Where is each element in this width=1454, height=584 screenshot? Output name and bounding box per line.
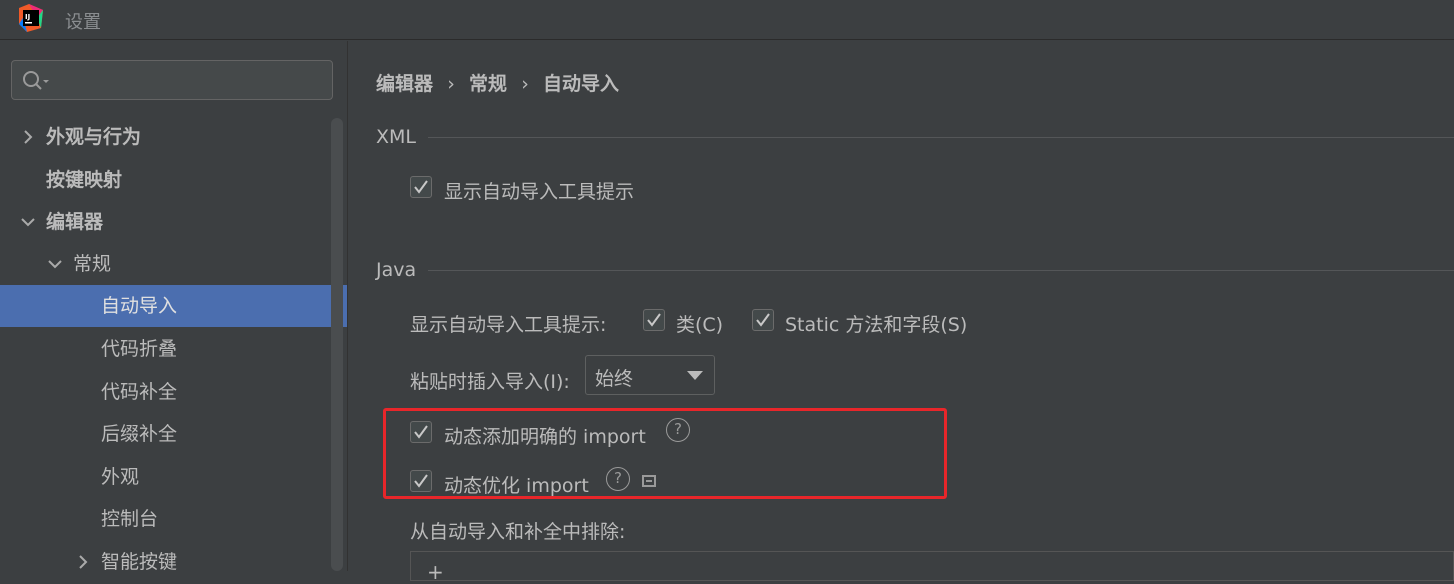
window-title: 设置 [65,12,101,33]
breadcrumb-editor[interactable]: 编辑器 [376,73,433,95]
tree-item-appearance-behavior[interactable]: 外观与行为 [0,116,330,158]
exclude-list[interactable]: + [410,551,1454,584]
search-input[interactable] [56,65,326,95]
search-icon[interactable] [21,69,51,93]
tree-item-appearance[interactable]: 外观 [0,456,330,498]
xml-show-tooltip-checkbox[interactable] [410,176,432,198]
intellij-logo-icon: IJ [19,4,43,32]
chevron-down-icon[interactable] [20,214,36,230]
tree-item-label: 外观与行为 [46,126,142,148]
exclude-list-label: 从自动导入和补全中排除: [410,521,626,543]
add-icon[interactable]: + [427,560,444,584]
chevron-down-icon[interactable] [47,256,63,272]
highlight-annotation-box [383,408,947,499]
tree-item-general[interactable]: 常规 [0,243,330,285]
breadcrumb-separator: › [521,73,529,95]
breadcrumb-separator: › [447,73,455,95]
java-section-divider [428,270,1454,271]
tree-item-editor[interactable]: 编辑器 [0,201,330,243]
title-bar: IJ 设置 [0,0,1454,40]
tree-item-auto-import[interactable]: 自动导入 [0,285,347,327]
tree-item-label: 常规 [73,253,112,275]
tree-item-console[interactable]: 控制台 [0,498,330,540]
tree-item-label: 代码折叠 [101,338,178,360]
java-show-tooltip-label: 显示自动导入工具提示: [410,314,607,336]
breadcrumb-general[interactable]: 常规 [469,73,507,95]
tree-item-smart-keys[interactable]: 智能按键 [0,541,330,583]
breadcrumb: 编辑器 › 常规 › 自动导入 [376,69,619,95]
paste-insert-value: 始终 [595,368,634,390]
tree-item-label: 后缀补全 [101,423,178,445]
class-checkbox[interactable] [643,309,665,331]
class-checkbox-label: 类(C) [676,314,724,336]
xml-show-tooltip-label: 显示自动导入工具提示 [444,181,635,203]
dropdown-arrow-icon [687,371,703,380]
settings-content: 编辑器 › 常规 › 自动导入 XML 显示自动导入工具提示 Java 显示自动导入工具… [348,41,1454,584]
tree-item-postfix-completion[interactable]: 后缀补全 [0,413,330,455]
xml-section-title: XML [376,126,416,148]
static-checkbox-label: Static 方法和字段(S) [785,314,968,336]
xml-section-divider [428,137,1454,138]
tree-item-label: 智能按键 [101,551,178,573]
chevron-right-icon[interactable] [20,129,36,145]
tree-item-label: 代码补全 [101,381,178,403]
tree-item-label: 控制台 [101,508,159,530]
sidebar-scrollbar[interactable] [331,118,343,571]
tree-item-code-folding[interactable]: 代码折叠 [0,328,330,370]
settings-sidebar: 外观与行为 按键映射 编辑器 常规 自动导入 代码折叠 代码补全 后缀补全 外观… [0,41,347,573]
svg-text:IJ: IJ [25,13,30,21]
chevron-right-icon[interactable] [75,554,91,570]
tree-item-keymap[interactable]: 按键映射 [0,159,330,201]
checkmark-icon [756,313,770,327]
checkmark-icon [647,313,661,327]
search-box[interactable] [11,60,333,100]
paste-insert-select[interactable]: 始终 [585,355,715,395]
checkmark-icon [414,180,428,194]
static-checkbox[interactable] [752,309,774,331]
java-section-title: Java [376,259,417,281]
paste-insert-label: 粘贴时插入导入(I): [410,371,570,393]
tree-item-label: 自动导入 [101,295,178,317]
tree-item-label: 按键映射 [46,169,123,191]
tree-item-code-completion[interactable]: 代码补全 [0,371,330,413]
tree-item-label: 编辑器 [46,211,104,233]
tree-item-label: 外观 [101,466,140,488]
breadcrumb-auto-import: 自动导入 [543,73,620,95]
